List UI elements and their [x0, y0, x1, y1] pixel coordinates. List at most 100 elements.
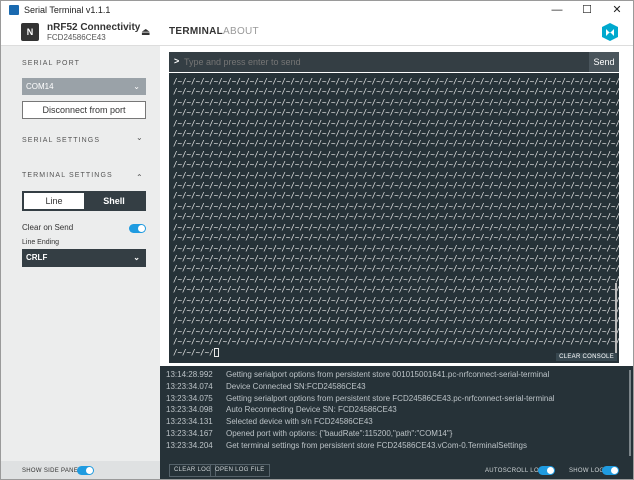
device-name[interactable]: nRF52 Connectivity: [47, 22, 140, 33]
serial-settings-heading[interactable]: SERIAL SETTINGS: [22, 137, 100, 144]
mode-line-button[interactable]: Line: [24, 193, 84, 209]
show-log-label: SHOW LOG: [569, 468, 605, 474]
terminal-line: /~/~/~/~/~/~/~/~/~/~/~/~/~/~/~/~/~/~/~/~…: [173, 201, 619, 211]
line-ending-label: Line Ending: [22, 239, 59, 246]
log-message: Getting serialport options from persiste…: [226, 370, 550, 379]
terminal-scrollbar[interactable]: [615, 283, 617, 353]
mode-shell-button[interactable]: Shell: [84, 193, 144, 209]
terminal-line: /~/~/~/~/~/~/~/~/~/~/~/~/~/~/~/~/~/~/~/~…: [173, 233, 619, 243]
autoscroll-log-toggle[interactable]: [538, 466, 555, 475]
title-bar: Serial Terminal v1.1.1 — ☐ ✕: [1, 1, 633, 19]
terminal-line: /~/~/~/~/~/~/~/~/~/~/~/~/~/~/~/~/~/~/~/~…: [173, 212, 619, 222]
terminal-line: /~/~/~/~/~/~/~/~/~/~/~/~/~/~/~/~/~/~/~/~…: [173, 285, 619, 295]
log-entry: 13:23:34.204 Get terminal settings from p…: [166, 441, 527, 450]
terminal-line: /~/~/~/~/~/~/~/~/~/~/~/~/~/~/~/~/~/~/~/~…: [173, 243, 619, 253]
terminal-line: /~/~/~/~/~/~/~/~/~/~/~/~/~/~/~/~/~/~/~/~…: [173, 326, 619, 336]
log-timestamp: 13:14:28.992: [166, 370, 213, 379]
terminal-line: /~/~/~/~/~/~/~/~/~/~/~/~/~/~/~/~/~/~/~/~…: [173, 118, 619, 128]
terminal-cursor: [213, 348, 219, 358]
chevron-down-icon: ⌄: [133, 253, 140, 262]
log-entry: 13:23:34.131 Selected device with s/n FCD…: [166, 417, 373, 426]
serial-port-heading: SERIAL PORT: [22, 60, 81, 67]
log-message: Getting serialport options from persiste…: [226, 393, 555, 403]
maximize-button[interactable]: ☐: [573, 1, 601, 19]
log-timestamp: 13:23:34.131: [166, 417, 213, 427]
terminal-line: /~/~/~/~/~/~/~/~/~/~/~/~/~/~/~/~/~/~/~/~…: [173, 87, 619, 97]
tab-about[interactable]: ABOUT: [223, 26, 259, 37]
terminal-settings-heading[interactable]: TERMINAL SETTINGS: [22, 172, 113, 179]
line-ending-select[interactable]: CRLF ⌄: [22, 249, 146, 267]
device-serial-number: FCD24586CE43: [47, 33, 106, 42]
log-message: Auto Reconnecting Device SN: FCD24586CE4…: [226, 405, 397, 415]
disconnect-button[interactable]: Disconnect from port: [22, 101, 146, 119]
minimize-button[interactable]: —: [543, 1, 571, 19]
tab-terminal[interactable]: TERMINAL: [169, 26, 223, 37]
terminal-line: /~/~/~/~/~/~/~/~/~/~/~/~/~/~/~/~/~/~/~/~…: [173, 129, 619, 139]
command-input-bar: > Send: [169, 52, 619, 72]
nordic-logo-icon: [602, 23, 618, 41]
terminal-line: /~/~/~/~/~/~/~/~/~/~/~/~/~/~/~/~/~/~/~/~…: [173, 337, 619, 347]
log-timestamp: 13:23:34.075: [166, 393, 213, 403]
send-button[interactable]: Send: [589, 52, 619, 72]
log-entry: 13:23:34.075 Getting serialport options f…: [166, 394, 555, 403]
log-timestamp: 13:23:34.204: [166, 440, 213, 450]
terminal-line: /~/~/~/~/~/~/~/~/~/~/~/~/~/~/~/~/~/~/~/~…: [173, 222, 619, 232]
clear-console-button[interactable]: CLEAR CONSOLE: [556, 353, 617, 361]
clear-log-button[interactable]: CLEAR LOG: [169, 464, 217, 477]
chevron-up-icon[interactable]: ⌃: [136, 173, 143, 182]
terminal-line: /~/~/~/~/~/~/~/~/~/~/~/~/~/~/~/~/~/~/~/~…: [173, 149, 619, 159]
log-entry: 13:14:28.992 Getting serialport options f…: [166, 370, 549, 379]
log-scrollbar[interactable]: [629, 370, 631, 456]
window-title: Serial Terminal v1.1.1: [24, 5, 111, 15]
terminal-line: /~/~/~/~/~/~/~/~/~/~/~/~/~/~/~/~/~/~/~/~…: [173, 160, 619, 170]
side-panel: SERIAL PORT COM14 ⌄ Disconnect from port…: [1, 46, 160, 461]
log-message: Device Connected SN:FCD24586CE43: [226, 381, 366, 391]
close-button[interactable]: ✕: [603, 1, 631, 19]
terminal-output[interactable]: /~/~/~/~/~/~/~/~/~/~/~/~/~/~/~/~/~/~/~/~…: [169, 73, 619, 363]
show-side-panel-label: SHOW SIDE PANEL: [22, 468, 82, 474]
port-select[interactable]: COM14 ⌄: [22, 78, 146, 95]
log-timestamp: 13:23:34.074: [166, 381, 213, 391]
line-ending-value: CRLF: [26, 253, 48, 262]
command-input[interactable]: [184, 52, 584, 72]
port-select-value: COM14: [26, 82, 54, 91]
app-header: N nRF52 Connectivity FCD24586CE43 ⏏ TERM…: [1, 19, 633, 46]
terminal-line: /~/~/~/~/~/~/~/~/~/~/~/~/~/~/~/~/~/~/~/~…: [173, 191, 619, 201]
terminal-line: /~/~/~/~/~/~/~/~/~/~/~/~/~/~/~/~/~/~/~/~…: [173, 295, 619, 305]
open-log-file-button[interactable]: OPEN LOG FILE: [210, 464, 270, 477]
terminal-line: /~/~/~/~/~/~/~/~/~/~/~/~/~/~/~/~/~/~/~/~…: [173, 253, 619, 263]
show-log-toggle[interactable]: [602, 466, 619, 475]
terminal-line: /~/~/~/~/~/~/~/~/~/~/~/~/~/~/~/~/~/~/~/~…: [173, 139, 619, 149]
terminal-line: /~/~/~/~/~/~/~/~/~/~/~/~/~/~/~/~/~/~/~/~…: [173, 264, 619, 274]
device-chip-icon: N: [21, 23, 39, 41]
autoscroll-log-label: AUTOSCROLL LOG: [485, 468, 544, 474]
terminal-line: /~/~/~/~/~/~/~/~/~/~/~/~/~/~/~/~/~/~/~/~…: [173, 274, 619, 284]
terminal-line: /~/~/~/~/~/~/~/~/~/~/~/~/~/~/~/~/~/~/~/~…: [173, 170, 619, 180]
log-message: Selected device with s/n FCD24586CE43: [226, 417, 373, 427]
terminal-line: /~/~/~/~/~/~/~/~/~/~/~/~/~/~/~/~/~/~/~/~…: [173, 305, 619, 315]
clear-on-send-label: Clear on Send: [22, 223, 74, 232]
log-entry: 13:23:34.098 Auto Reconnecting Device SN:…: [166, 405, 397, 414]
terminal-line: /~/~/~/~/~/~/~/~/~/~/~/~/~/~/~/~/~/~/~/~…: [173, 181, 619, 191]
mode-toggle: Line Shell: [22, 191, 146, 211]
side-panel-footer: SHOW SIDE PANEL: [1, 461, 160, 479]
show-side-panel-toggle[interactable]: [77, 466, 94, 475]
chevron-down-icon[interactable]: ⌄: [136, 133, 143, 142]
app-icon: [9, 5, 19, 15]
eject-icon[interactable]: ⏏: [141, 27, 150, 38]
app-window: Serial Terminal v1.1.1 — ☐ ✕ N nRF52 Con…: [0, 0, 634, 480]
chevron-down-icon: ⌄: [133, 82, 140, 91]
log-timestamp: 13:23:34.098: [166, 405, 213, 415]
log-panel: 13:14:28.992 Getting serialport options f…: [160, 366, 633, 461]
log-message: Opened port with options: {"baudRate":11…: [226, 429, 453, 438]
prompt-symbol: >: [174, 56, 180, 66]
log-timestamp: 13:23:34.167: [166, 429, 213, 438]
log-entry: 13:23:34.074 Device Connected SN:FCD24586…: [166, 382, 366, 391]
terminal-line: /~/~/~/~/~/~/~/~/~/~/~/~/~/~/~/~/~/~/~/~…: [173, 108, 619, 118]
footer-bar: SHOW SIDE PANEL CLEAR LOG OPEN LOG FILE …: [1, 461, 633, 479]
terminal-last-line: /~/~/~/~/: [173, 348, 619, 358]
terminal-last-line-text: /~/~/~/~/: [173, 347, 214, 357]
terminal-line: /~/~/~/~/~/~/~/~/~/~/~/~/~/~/~/~/~/~/~/~…: [173, 97, 619, 107]
clear-on-send-toggle[interactable]: [129, 224, 146, 233]
terminal-line: /~/~/~/~/~/~/~/~/~/~/~/~/~/~/~/~/~/~/~/~…: [173, 316, 619, 326]
